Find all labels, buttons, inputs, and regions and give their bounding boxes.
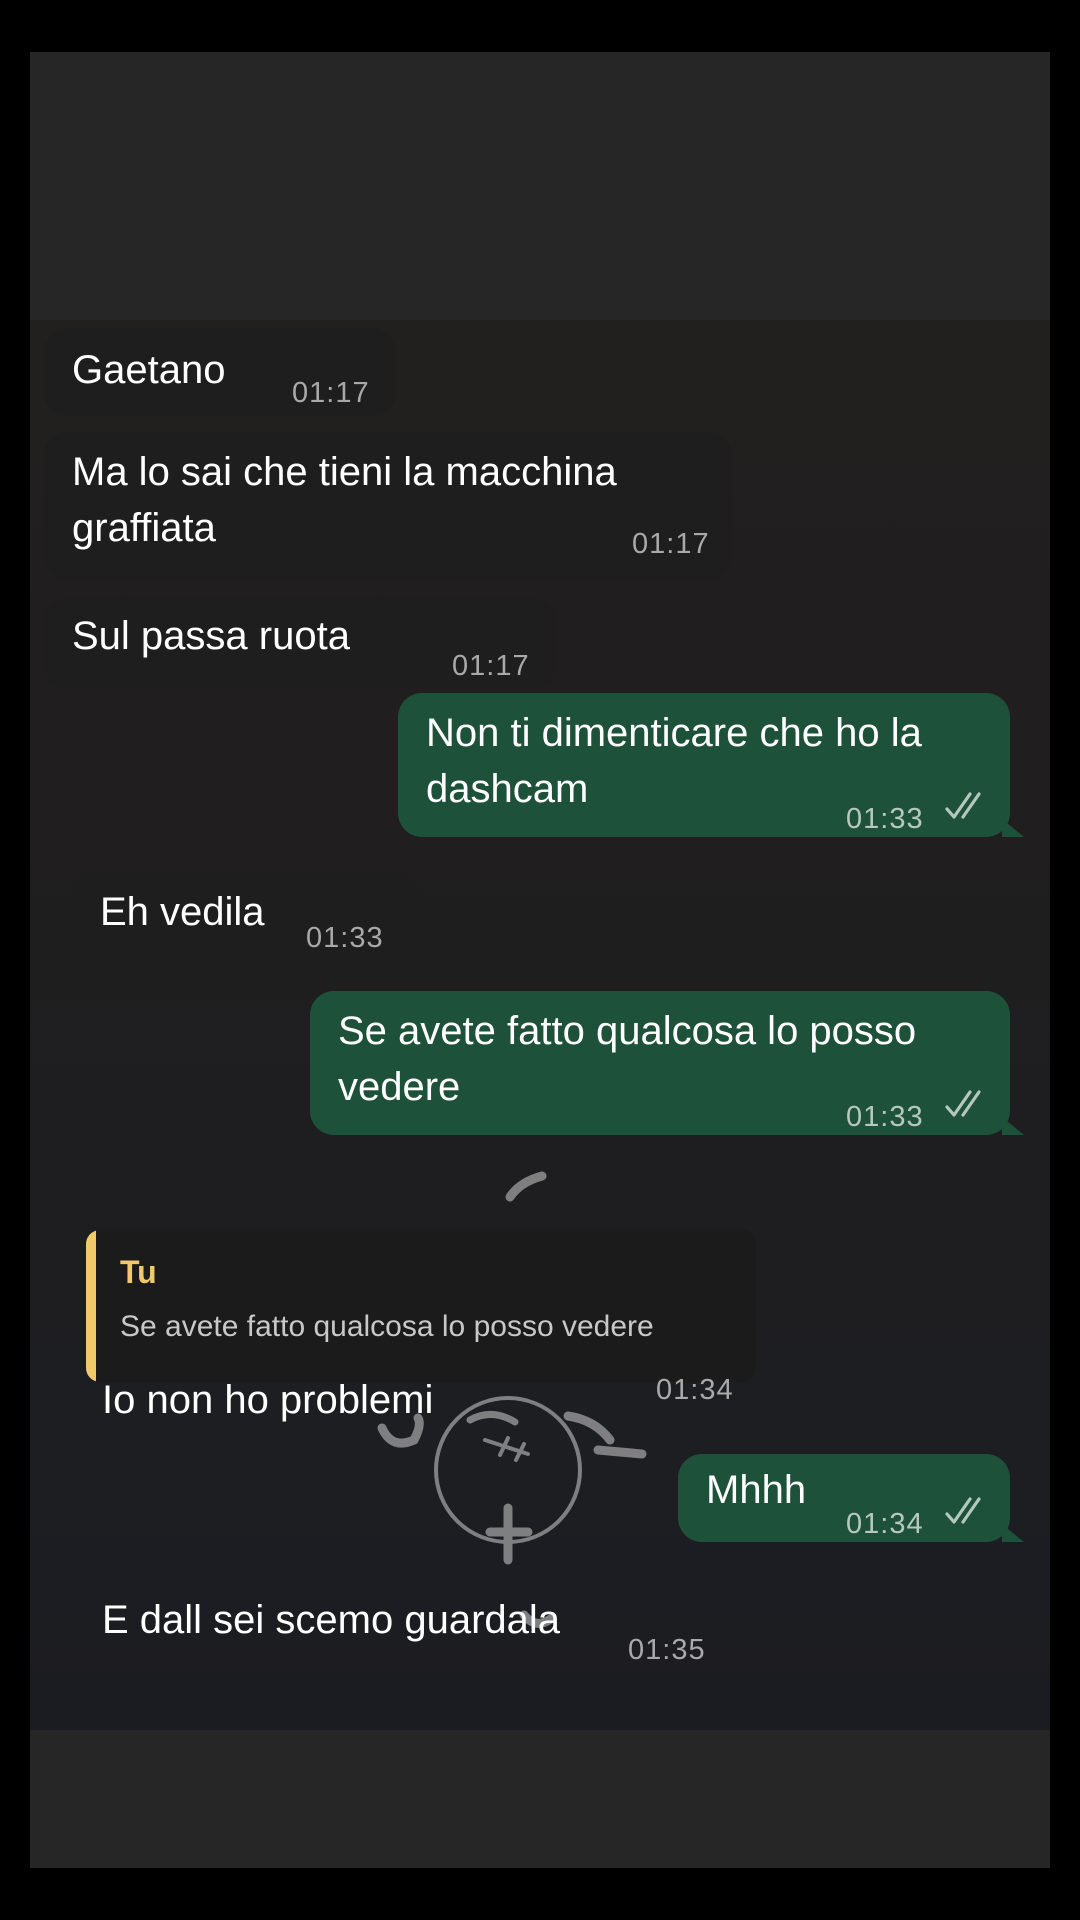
- quote-accent-bar: [86, 1230, 96, 1382]
- message-timestamp: 01:34: [846, 1508, 924, 1540]
- bubble-tail: [1002, 1117, 1024, 1135]
- message-bubble-incoming[interactable]: Sul passa ruota 01:17: [44, 598, 556, 688]
- message-timestamp: 01:33: [306, 922, 384, 954]
- message-text: Gaetano: [72, 348, 226, 392]
- message-timestamp: 01:33: [846, 803, 924, 835]
- message-text: Se avete fatto qualcosa lo posso vedere: [338, 1009, 917, 1109]
- message-timestamp: 01:35: [628, 1634, 706, 1666]
- double-check-icon: [945, 792, 981, 819]
- message-text: Mhhh: [706, 1468, 807, 1512]
- double-check-icon: [945, 1497, 981, 1524]
- bubble-tail: [1002, 819, 1024, 837]
- message-bubble-incoming[interactable]: Gaetano 01:17: [44, 328, 396, 416]
- message-timestamp: 01:17: [632, 528, 710, 560]
- bubble-tail: [1002, 1524, 1024, 1542]
- message-bubble-outgoing[interactable]: Se avete fatto qualcosa lo posso vedere …: [310, 991, 1024, 1135]
- message-text: Eh vedila: [100, 890, 265, 934]
- message-timestamp: 01:17: [452, 650, 530, 682]
- quote-text: Se avete fatto qualcosa lo posso vedere: [120, 1310, 654, 1343]
- message-text: Ma lo sai che tieni la macchina graffiat…: [72, 450, 617, 550]
- message-text: Sul passa ruota: [72, 614, 350, 658]
- message-bubble-incoming[interactable]: E dall sei scemo guardala 01:35: [72, 1572, 758, 1672]
- quote-author: Tu: [120, 1254, 157, 1290]
- message-bubble-incoming[interactable]: Ma lo sai che tieni la macchina graffiat…: [44, 432, 732, 580]
- double-check-icon: [945, 1090, 981, 1117]
- message-bubble-incoming[interactable]: Eh vedila 01:33: [72, 872, 418, 960]
- chat-screen: Gaetano 01:17 Ma lo sai che tieni la mac…: [30, 52, 1050, 1868]
- quoted-message[interactable]: Tu Se avete fatto qualcosa lo posso vede…: [86, 1230, 756, 1382]
- message-bubble-outgoing[interactable]: Non ti dimenticare che ho la dashcam 01:…: [398, 693, 1024, 837]
- message-text: Io non ho problemi: [102, 1378, 434, 1422]
- message-timestamp: 01:33: [846, 1101, 924, 1133]
- message-timestamp: 01:34: [656, 1374, 734, 1406]
- message-timestamp: 01:17: [292, 377, 370, 409]
- message-bubble-outgoing[interactable]: Mhhh 01:34: [678, 1454, 1024, 1542]
- message-text: E dall sei scemo guardala: [102, 1598, 561, 1642]
